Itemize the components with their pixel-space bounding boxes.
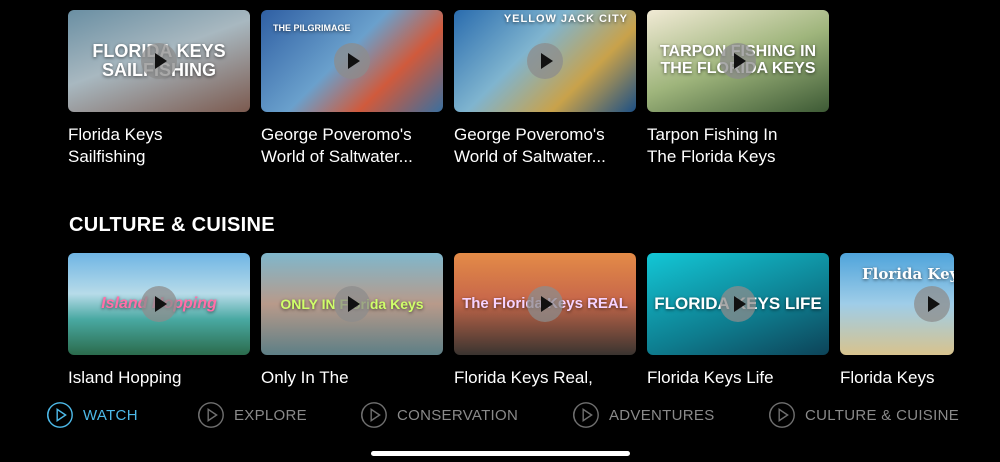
video-card[interactable]: TARPON FISHING IN THE FLORIDA KEYS Tarpo… (647, 10, 829, 168)
video-card[interactable]: ONLY IN Florida Keys Only In The (261, 253, 443, 389)
home-indicator[interactable] (371, 451, 630, 456)
play-icon[interactable] (141, 43, 177, 79)
play-icon[interactable] (334, 286, 370, 322)
play-circle-icon (47, 402, 73, 428)
video-thumbnail[interactable]: ONLY IN Florida Keys (261, 253, 443, 355)
nav-label: CONSERVATION (397, 406, 519, 424)
video-thumbnail[interactable]: FLORIDA KEYS SAILFISHING (68, 10, 250, 112)
video-card[interactable]: Island Hopping Island Hopping (68, 253, 250, 389)
video-card[interactable]: YELLOW JACK CITY George Poveromo's World… (454, 10, 636, 168)
play-icon[interactable] (720, 286, 756, 322)
nav-label: ADVENTURES (609, 406, 715, 424)
play-icon[interactable] (527, 286, 563, 322)
video-thumbnail[interactable]: YELLOW JACK CITY (454, 10, 636, 112)
video-thumbnail[interactable]: TARPON FISHING IN THE FLORIDA KEYS (647, 10, 829, 112)
nav-tab-watch[interactable]: WATCH (45, 399, 138, 431)
play-circle-icon (573, 402, 599, 428)
video-title[interactable]: Florida Keys Life (647, 367, 827, 389)
bottom-nav: WATCH EXPLORE CONSERVATION ADVENTURES CU… (0, 399, 1000, 431)
play-icon[interactable] (141, 286, 177, 322)
play-circle-icon (769, 402, 795, 428)
video-card[interactable]: The Florida Keys REAL Florida Keys Real, (454, 253, 636, 389)
video-card[interactable]: FLORIDA KEYS SAILFISHING Florida Keys Sa… (68, 10, 250, 168)
video-title[interactable]: Only In The (261, 367, 441, 389)
nav-label: WATCH (83, 406, 138, 424)
video-title[interactable]: Florida Keys Sailfishing (68, 124, 248, 168)
video-title[interactable]: Tarpon Fishing In The Florida Keys (647, 124, 827, 168)
nav-tab-conservation[interactable]: CONSERVATION (359, 399, 518, 431)
video-card[interactable]: FLORIDA KEYS LIFE Florida Keys Life (647, 253, 829, 389)
video-title[interactable]: George Poveromo's World of Saltwater... (454, 124, 634, 168)
video-thumbnail[interactable]: THE PILGRIMAGE (261, 10, 443, 112)
video-thumbnail[interactable]: Florida Keys (840, 253, 954, 355)
nav-tab-adventures[interactable]: ADVENTURES (571, 399, 715, 431)
video-title[interactable]: George Poveromo's World of Saltwater... (261, 124, 441, 168)
section-title: CULTURE & CUISINE (69, 214, 275, 236)
video-thumbnail[interactable]: Island Hopping (68, 253, 250, 355)
nav-label: CULTURE & CUISINE (805, 406, 960, 424)
play-circle-icon (361, 402, 387, 428)
nav-label: EXPLORE (234, 406, 307, 424)
video-title[interactable]: Island Hopping (68, 367, 248, 389)
video-card[interactable]: Florida Keys Florida Keys (840, 253, 954, 389)
play-icon[interactable] (914, 286, 950, 322)
play-circle-icon (198, 402, 224, 428)
play-icon[interactable] (720, 43, 756, 79)
play-icon[interactable] (527, 43, 563, 79)
nav-tab-culture-cuisine[interactable]: CULTURE & CUISINE (767, 399, 959, 431)
nav-tab-explore[interactable]: EXPLORE (196, 399, 307, 431)
video-title[interactable]: Florida Keys (840, 367, 954, 389)
video-title[interactable]: Florida Keys Real, (454, 367, 634, 389)
video-thumbnail[interactable]: FLORIDA KEYS LIFE (647, 253, 829, 355)
video-thumbnail[interactable]: The Florida Keys REAL (454, 253, 636, 355)
video-card[interactable]: THE PILGRIMAGE George Poveromo's World o… (261, 10, 443, 168)
play-icon[interactable] (334, 43, 370, 79)
